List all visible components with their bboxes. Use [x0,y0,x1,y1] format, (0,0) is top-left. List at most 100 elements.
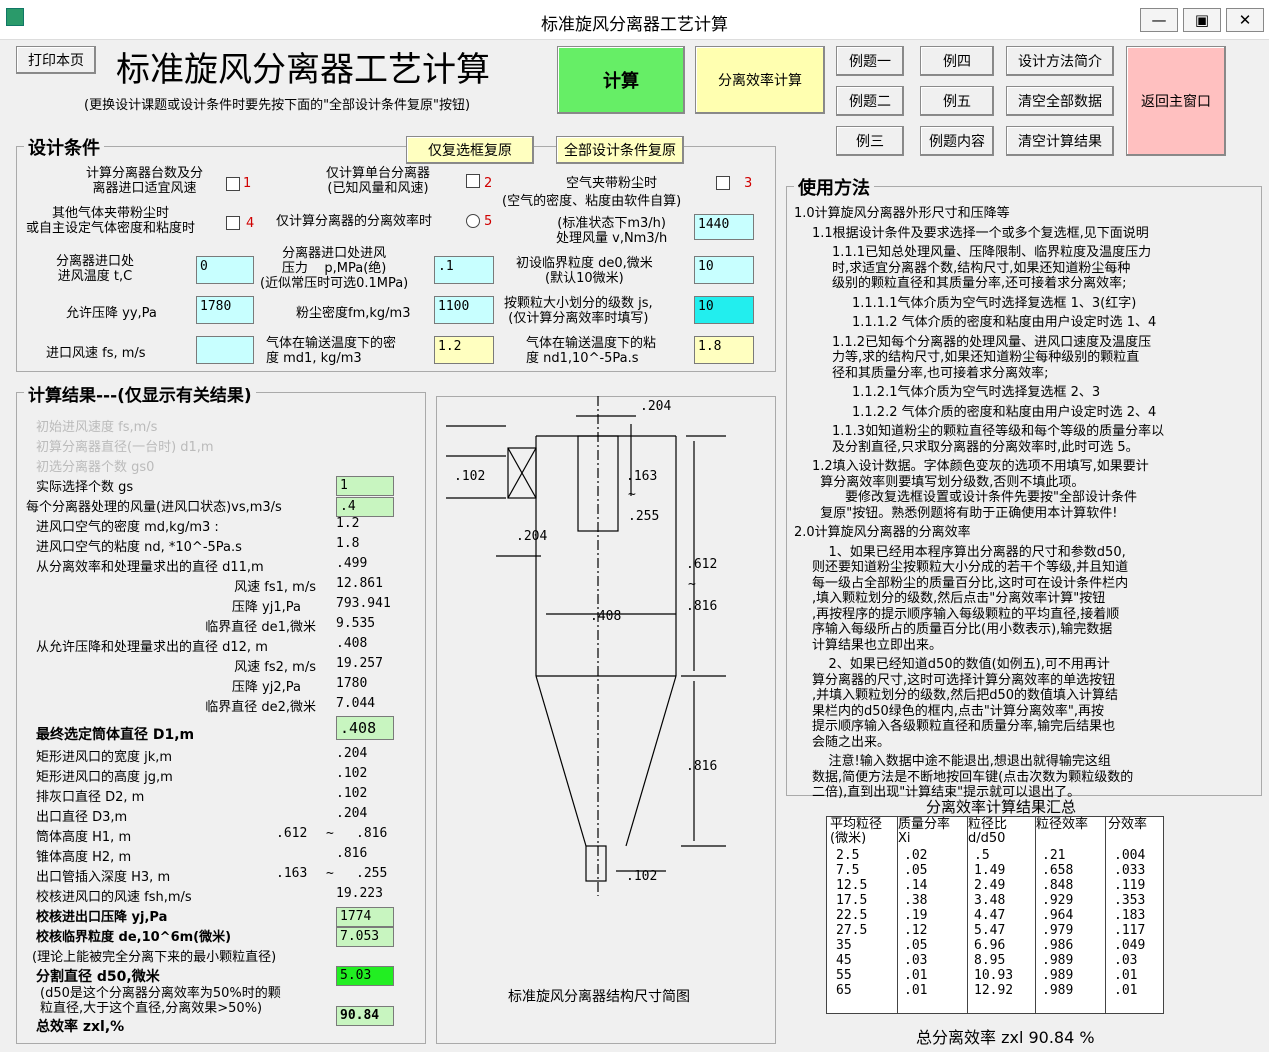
usage-line: 2.0计算旋风分离器的分离效率 [794,525,971,540]
reset-checkboxes-button[interactable]: 仅复选框复原 [406,136,534,164]
d12-label: 从允许压降和处理量求出的直径 d12, m [36,640,268,655]
md1-input[interactable]: 1.2 [434,336,494,364]
clear-results-button[interactable]: 清空计算结果 [1006,126,1114,156]
vs-label: 每个分离器处理的风量(进风口状态)vs,m3/s [26,500,282,515]
usage-line: 1.1.1已知总处理风量、压降限制、临界粒度及温度压力 时,求适宜分离器个数,结… [832,245,1152,291]
clear-all-button[interactable]: 清空全部数据 [1006,86,1114,116]
de2-value: 7.044 [336,696,376,711]
option-2-checkbox[interactable] [466,174,480,188]
reset-all-button[interactable]: 全部设计条件复原 [556,136,684,164]
usage-text: 1.0计算旋风分离器外形尺寸和压降等 1.1根据设计条件及要求选择一个或多个复选框… [794,206,1254,805]
dim-insert-2: .255 [628,509,659,524]
h1-tilde: ~ [326,826,334,841]
D3-value: .204 [336,806,368,821]
fs-label: 进口风速 fs, m/s [46,346,146,361]
option-1-number: 1 [243,176,252,191]
js-label: 按颗粒大小划分的级数 js, (仅计算分离效率时填写) [504,296,653,326]
dim-inlet-w: .204 [516,529,547,544]
de2-label: 临界直径 de2,微米 [205,700,316,715]
reset-hint: (更换设计课题或设计条件时要先按下面的"全部设计条件复原"按钮) [84,98,471,113]
minimize-icon[interactable]: — [1140,8,1178,32]
jk-value: .204 [336,746,368,761]
usage-line: 1.1.1.1气体介质为空气时选择复选框 1、3(红字) [852,295,1137,311]
summary-cell: .03 [1114,953,1138,968]
summary-cell: .033 [1114,863,1146,878]
option-4-checkbox[interactable] [226,216,240,230]
example-content-button[interactable]: 例题内容 [920,126,994,156]
option-5-number: 5 [484,214,493,229]
de0-input[interactable]: 10 [694,256,754,284]
print-button[interactable]: 打印本页 [16,46,96,74]
summary-cell: 65 [836,983,852,998]
d1-label: 最终选定筒体直径 D1,m [36,727,195,743]
h3-to: .255 [356,866,388,881]
zxl-label: 总效率 zxl,% [36,1019,125,1035]
yj-label: 校核进出口压降 yj,Pa [36,910,168,925]
diagram-caption: 标准旋风分离器结构尺寸简图 [508,989,690,1005]
usage-line: 1.1.2.2 气体介质的密度和粘度由用户设定时选 2、4 [852,404,1157,420]
dim-body-1: .612 [686,557,717,572]
usage-line: 注意!输入数据中途不能退出,想退出就得输完这组 数据,简便方法是不断地按回车键(… [812,754,1134,800]
allow-pressure-input[interactable]: 1780 [196,296,254,324]
calc-button[interactable]: 计算 [557,46,685,114]
yj-input[interactable]: 1774 [336,907,394,927]
example-4-button[interactable]: 例四 [920,46,994,76]
d50-input[interactable]: 5.03 [336,966,394,986]
summary-cell: .19 [904,908,928,923]
summary-cell: .01 [904,968,928,983]
d50-note: (d50是这个分离器分离效率为50%时的颗 粒直径,大于这个直径,分离效果>50… [40,986,281,1016]
usage-line: 1.1.1.2 气体介质的密度和粘度由用户设定时选 1、4 [852,315,1157,330]
gray-line-3: 初选分离器个数 gs0 [36,460,155,475]
option-1-checkbox[interactable] [226,177,240,191]
de0-label: 初设临界粒度 de0,微米 (默认10微米) [516,256,653,286]
example-3-button[interactable]: 例三 [836,126,904,156]
h3-from: .163 [276,866,308,881]
example-5-button[interactable]: 例五 [920,86,994,116]
option-2-number: 2 [484,176,493,191]
title-bar: 标准旋风分离器工艺计算 — ▣ ✕ [0,0,1269,40]
dim-body-2: .816 [686,599,717,614]
d1-input[interactable]: .408 [336,716,394,740]
zxl-input[interactable]: 90.84 [336,1006,394,1026]
usage-line: 1、如果已经用本程序算出分离器的尺寸和参数d50, 则还要知道粉尘按颗粒大小分成… [812,544,1129,653]
usage-line: 1.2填入设计数据。字体颜色变灰的选项不用填写,如果要计 算分离效率则要填写划分… [812,459,1149,521]
D2-value: .102 [336,786,368,801]
vs-input[interactable]: .4 [336,497,394,517]
jg-label: 矩形进风口的高度 jg,m [36,770,173,785]
return-main-button[interactable]: 返回主窗口 [1126,46,1226,156]
option-5-label: 仅计算分离器的分离效率时 [276,214,433,229]
design-intro-button[interactable]: 设计方法简介 [1006,46,1114,76]
js-input[interactable]: 10 [694,296,754,324]
allow-pressure-label: 允许压降 yy,Pa [66,306,157,321]
usage-line: 1.1.3如知道粉尘的颗粒直径等级和每个等级的质量分率以 及分割直径,只求取分离… [832,424,1165,455]
maximize-icon[interactable]: ▣ [1183,8,1221,32]
summary-cell: 5.47 [974,923,1006,938]
dust-density-input[interactable]: 1100 [434,296,494,324]
flow-input[interactable]: 1440 [694,214,754,240]
fs1-value: 12.861 [336,576,383,591]
option-5-radio[interactable] [466,214,480,228]
h2-value: .816 [336,846,368,861]
efficiency-calc-button[interactable]: 分离效率计算 [695,46,825,114]
summary-cell: .979 [1042,923,1074,938]
de-input[interactable]: 7.053 [336,927,394,947]
close-icon[interactable]: ✕ [1226,8,1264,32]
summary-cell: 12.5 [836,878,868,893]
pressure-input[interactable]: .1 [434,256,494,284]
example-1-button[interactable]: 例题一 [836,46,904,76]
summary-cell: .183 [1114,908,1146,923]
gray-line-1: 初始进风速度 fs,m/s [36,420,158,435]
temp-input[interactable]: 0 [196,256,254,284]
window-title: 标准旋风分离器工艺计算 [541,15,728,35]
option-3-checkbox[interactable] [716,176,730,190]
nd1-input[interactable]: 1.8 [694,336,754,364]
example-2-button[interactable]: 例题二 [836,86,904,116]
dim-top: .204 [640,399,671,414]
summary-cell: .989 [1042,953,1074,968]
gs-input[interactable]: 1 [336,476,394,496]
fs1-label: 风速 fs1, m/s [234,580,316,595]
summary-cell: .38 [904,893,928,908]
fs-input[interactable] [196,336,254,364]
md1-label: 气体在输送温度下的密 度 md1, kg/m3 [266,336,397,366]
d50-label: 分割直径 d50,微米 [36,969,160,985]
